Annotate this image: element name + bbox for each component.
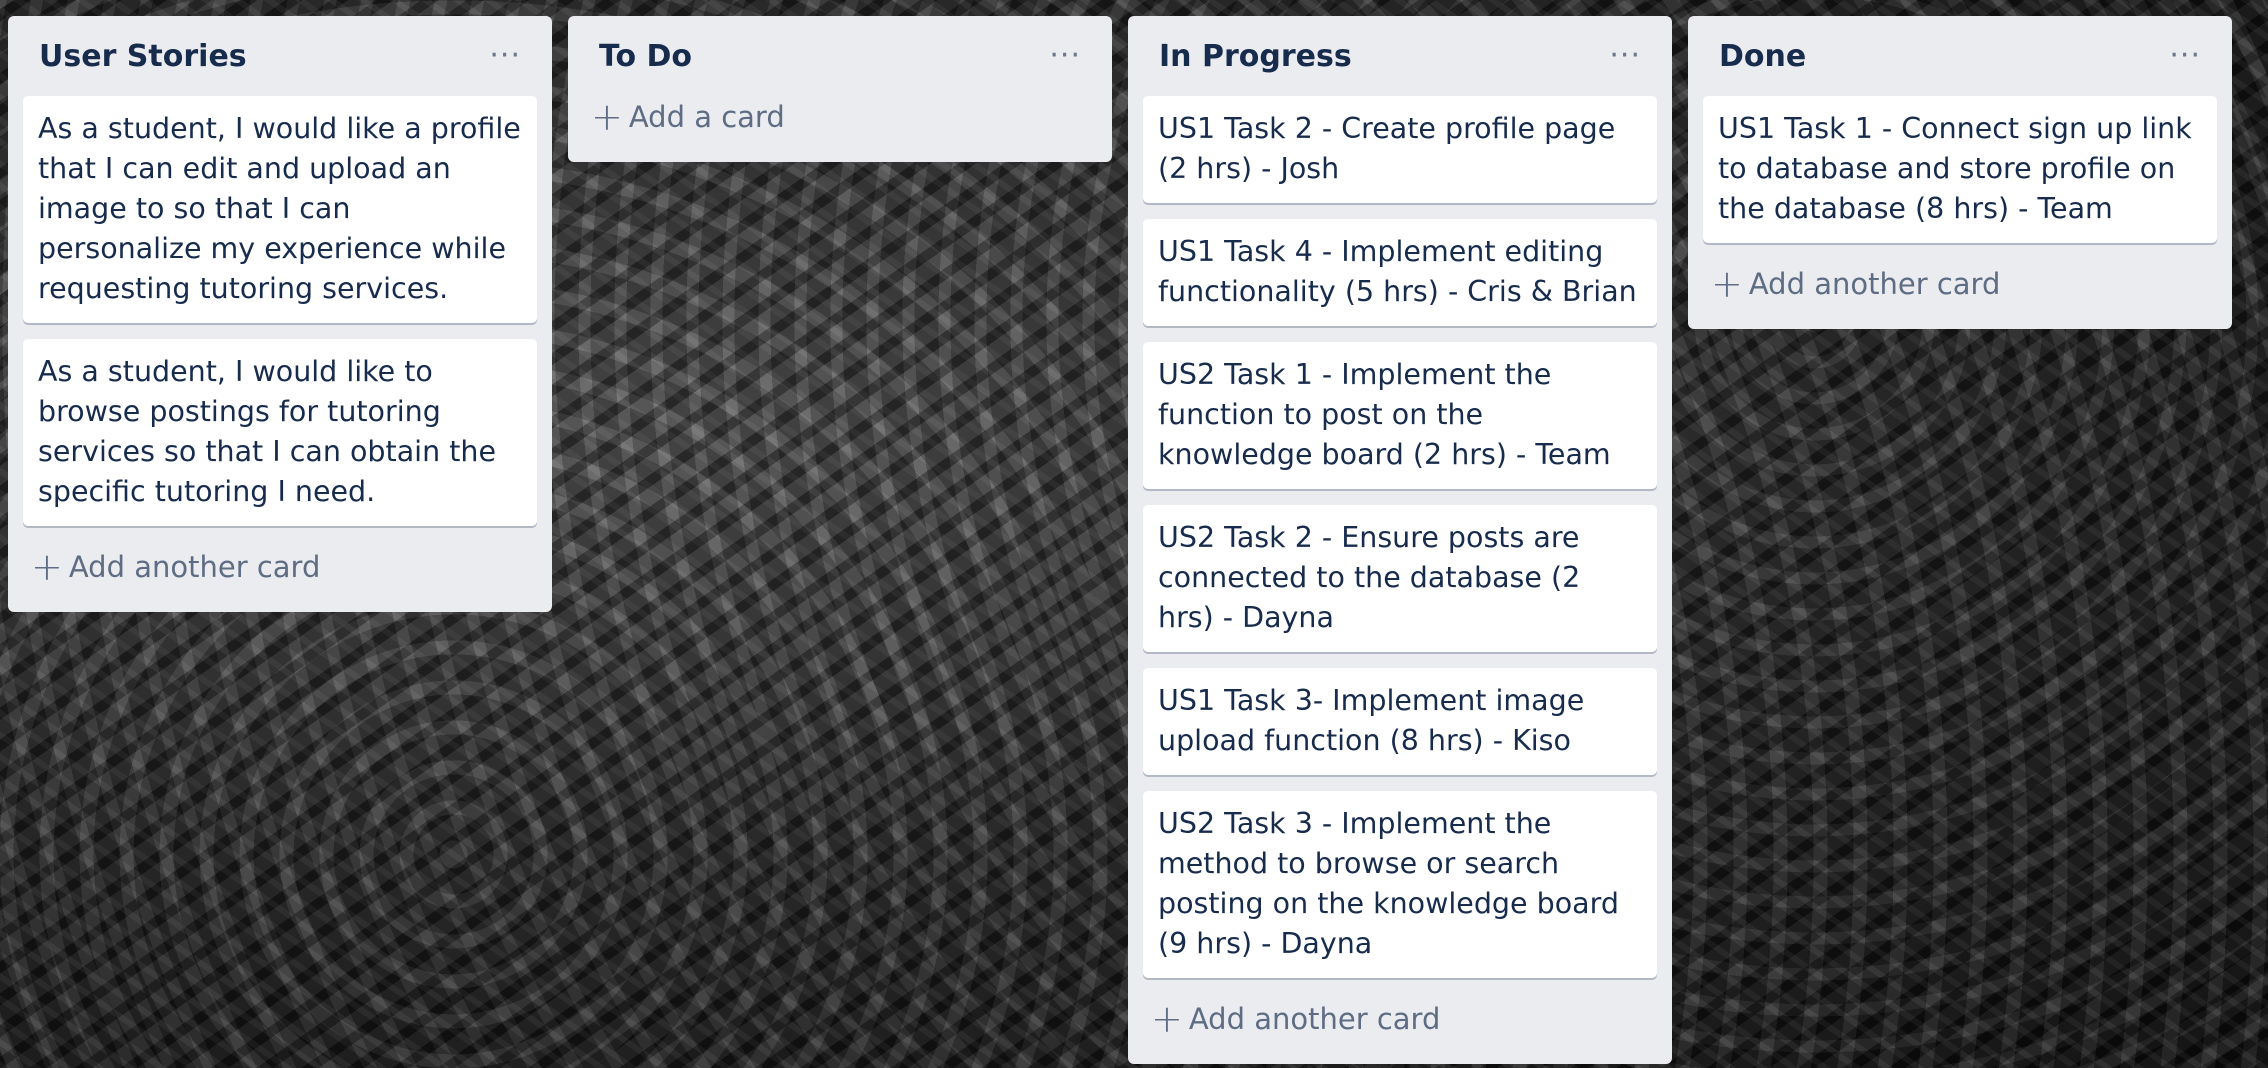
card[interactable]: US1 Task 1 - Connect sign up link to dat… <box>1703 96 2217 243</box>
card[interactable]: US2 Task 3 - Implement the method to bro… <box>1143 791 1657 978</box>
add-card-button[interactable]: + Add another card <box>23 534 537 600</box>
add-card-button[interactable]: + Add a card <box>583 84 1097 150</box>
list-header: User Stories ··· <box>23 16 537 96</box>
card-list: US1 Task 1 - Connect sign up link to dat… <box>1703 96 2217 243</box>
add-card-label: Add another card <box>1748 267 2001 301</box>
card[interactable]: US1 Task 2 - Create profile page (2 hrs)… <box>1143 96 1657 203</box>
list-title[interactable]: Done <box>1719 39 1806 74</box>
card-list: As a student, I would like a profile tha… <box>23 96 537 526</box>
add-card-label: Add another card <box>1188 1002 1441 1036</box>
card[interactable]: US1 Task 3- Implement image upload funct… <box>1143 668 1657 775</box>
add-card-label: Add another card <box>68 550 321 584</box>
plus-icon: + <box>591 95 623 139</box>
add-card-button[interactable]: + Add another card <box>1703 251 2217 317</box>
more-horizontal-icon[interactable]: ··· <box>1609 41 1641 71</box>
more-horizontal-icon[interactable]: ··· <box>489 41 521 71</box>
card-list: US1 Task 2 - Create profile page (2 hrs)… <box>1143 96 1657 978</box>
more-horizontal-icon[interactable]: ··· <box>2169 41 2201 71</box>
list-in-progress: In Progress ··· US1 Task 2 - Create prof… <box>1128 16 1672 1064</box>
more-horizontal-icon[interactable]: ··· <box>1049 41 1081 71</box>
card[interactable]: As a student, I would like a profile tha… <box>23 96 537 323</box>
plus-icon: + <box>1711 262 1743 306</box>
board: User Stories ··· As a student, I would l… <box>8 16 2232 1064</box>
card[interactable]: As a student, I would like to browse pos… <box>23 339 537 526</box>
list-user-stories: User Stories ··· As a student, I would l… <box>8 16 552 612</box>
card[interactable]: US1 Task 4 - Implement editing functiona… <box>1143 219 1657 326</box>
card[interactable]: US2 Task 1 - Implement the function to p… <box>1143 342 1657 489</box>
list-title[interactable]: User Stories <box>39 39 247 74</box>
list-to-do: To Do ··· + Add a card <box>568 16 1112 162</box>
add-card-button[interactable]: + Add another card <box>1143 986 1657 1052</box>
add-card-label: Add a card <box>628 100 785 134</box>
list-title[interactable]: In Progress <box>1159 39 1352 74</box>
plus-icon: + <box>1151 997 1183 1041</box>
card[interactable]: US2 Task 2 - Ensure posts are connected … <box>1143 505 1657 652</box>
plus-icon: + <box>31 545 63 589</box>
list-done: Done ··· US1 Task 1 - Connect sign up li… <box>1688 16 2232 329</box>
list-header: In Progress ··· <box>1143 16 1657 96</box>
list-header: Done ··· <box>1703 16 2217 96</box>
list-title[interactable]: To Do <box>599 39 692 74</box>
